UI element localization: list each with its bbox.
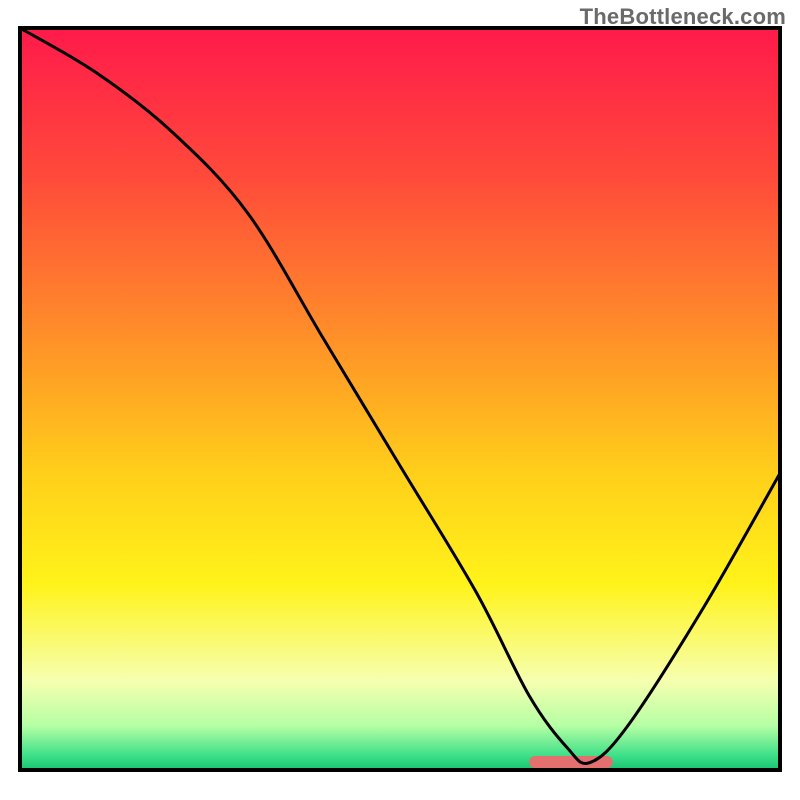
watermark-text: TheBottleneck.com [580,4,786,30]
bottleneck-chart [0,0,800,800]
gradient-background [20,28,780,770]
